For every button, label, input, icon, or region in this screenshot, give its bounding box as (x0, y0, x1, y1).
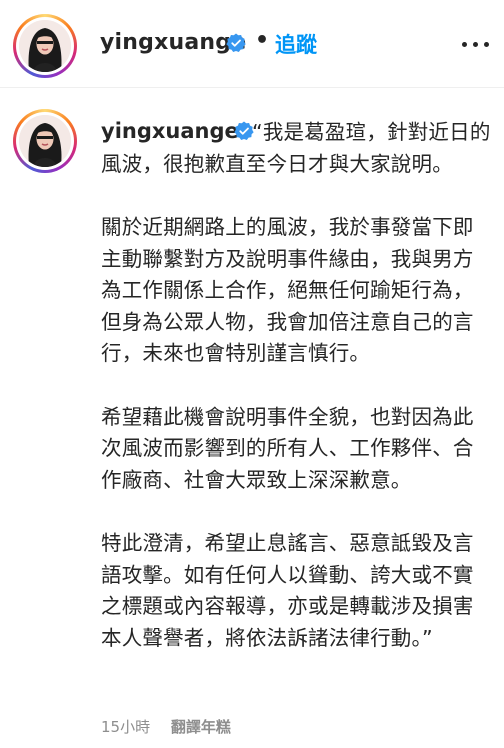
avatar-photo (19, 115, 71, 167)
verified-badge-icon (226, 33, 246, 52)
post-timestamp: 15小時 (101, 718, 151, 736)
caption-paragraph: “我是葛盈瑄，針對近日的風波，很抱歉直至今日才與大家說明。 (101, 120, 491, 176)
caption-meta: 15小時 翻譯年糕 (101, 716, 231, 737)
separator-dot: • (255, 28, 270, 53)
more-options-icon[interactable] (462, 42, 490, 50)
caption-paragraph: 關於近期網路上的風波，我於事發當下即主動聯繫對方及說明事件緣由，我與男方為工作關… (101, 215, 474, 365)
follow-button[interactable]: 追蹤 (275, 29, 317, 59)
post-header: yingxuange • 追蹤 (0, 0, 504, 88)
caption-paragraph: 希望藉此機會說明事件全貌，也對因為此次風波而影響到的所有人、工作夥伴、合作廠商、… (101, 404, 474, 492)
caption-avatar[interactable] (13, 109, 77, 173)
header-avatar[interactable] (13, 14, 77, 78)
caption-paragraph: 特此澄清，希望止息謠言、惡意詆毀及言語攻擊。如有任何人以聳動、誇大或不實之標題或… (101, 531, 474, 650)
avatar-photo (19, 20, 71, 72)
header-username[interactable]: yingxuange (100, 30, 246, 55)
caption-text: “我是葛盈瑄，針對近日的風波，很抱歉直至今日才與大家說明。 關於近期網路上的風波… (101, 117, 493, 654)
translate-button[interactable]: 翻譯年糕 (171, 718, 231, 736)
